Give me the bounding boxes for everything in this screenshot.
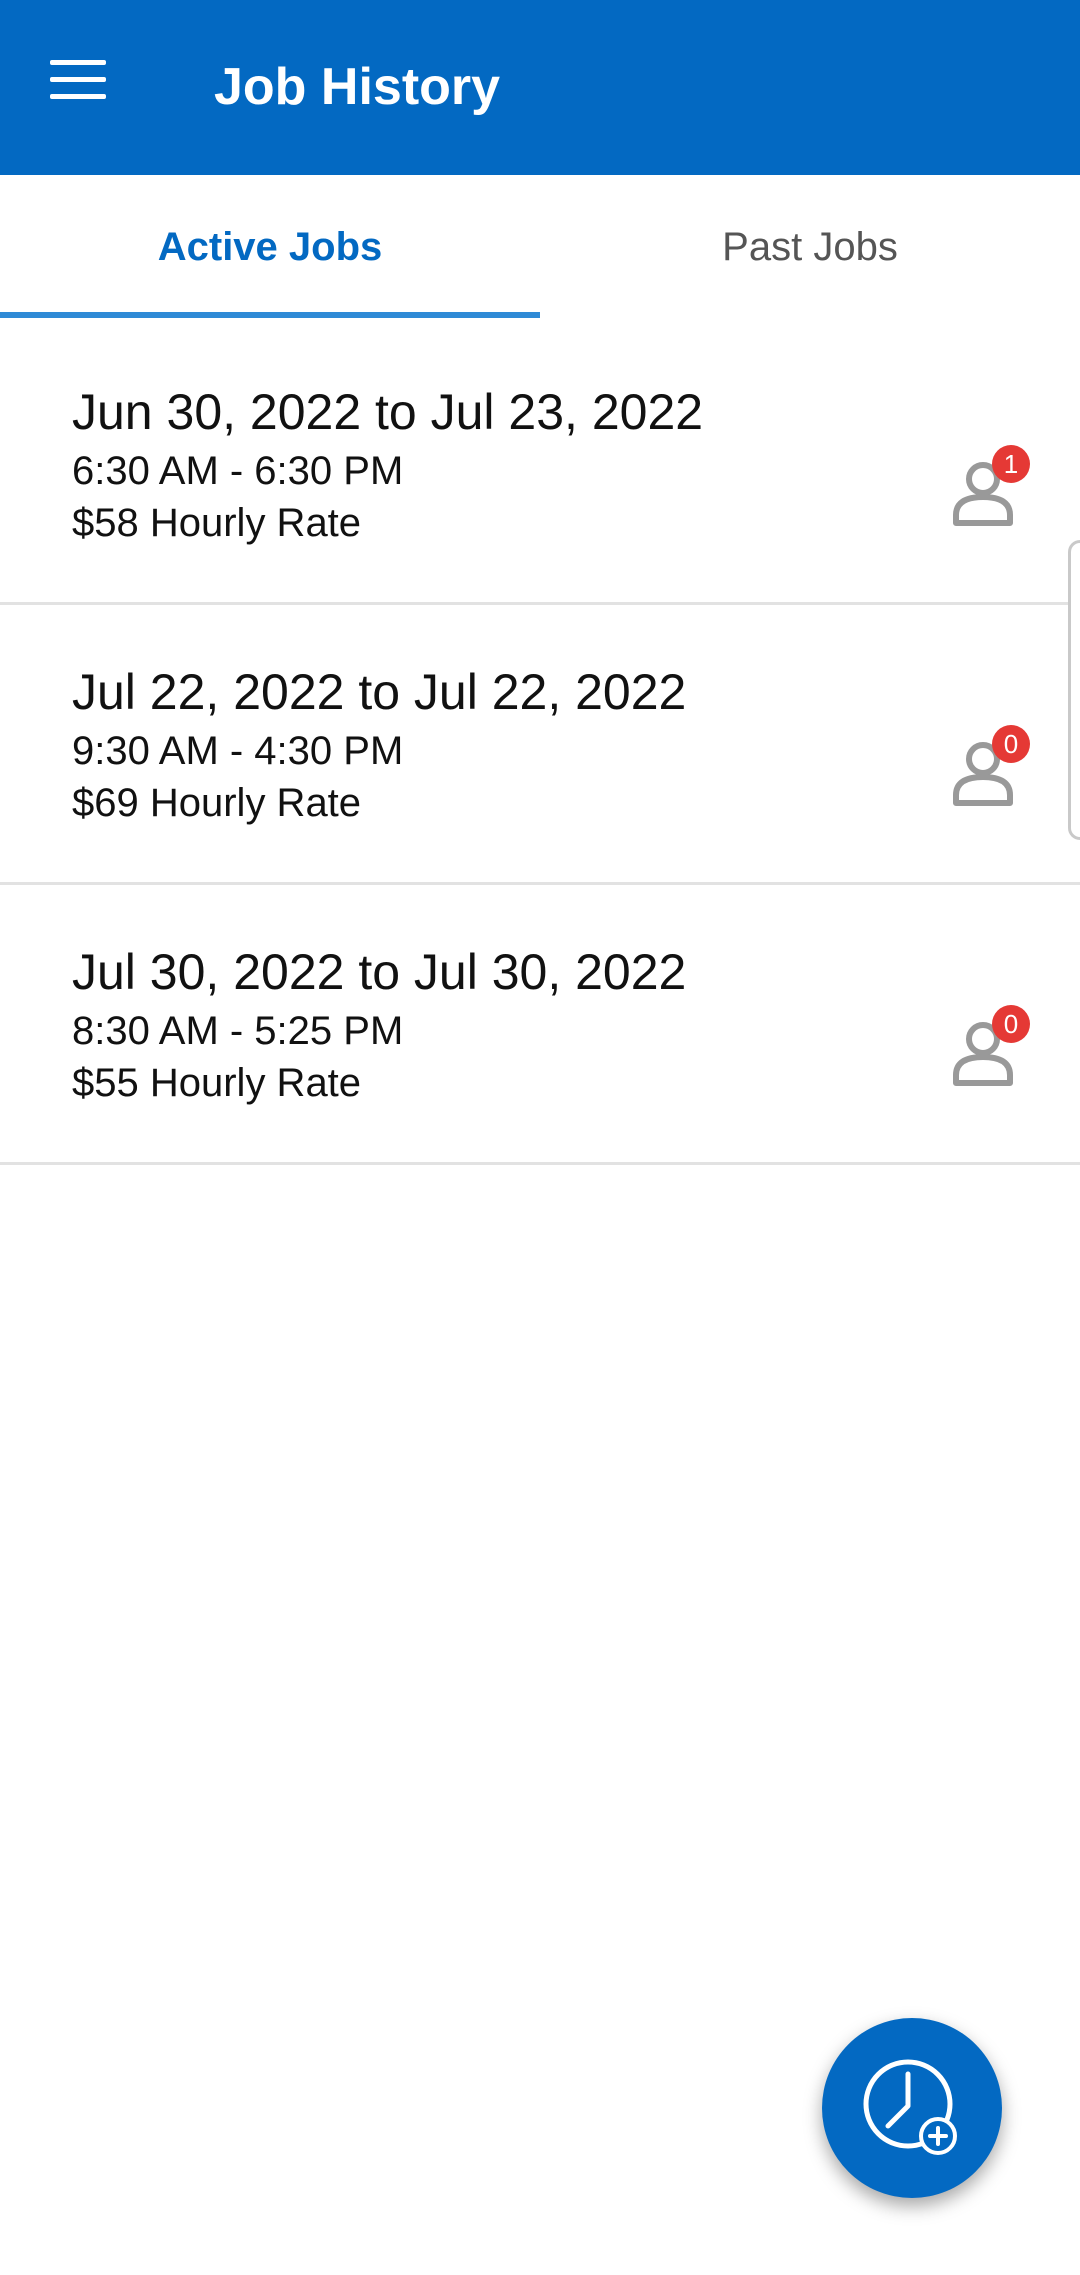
- job-card[interactable]: Jul 22, 2022 to Jul 22, 2022 9:30 AM - 4…: [0, 605, 1080, 885]
- tab-bar: Active Jobs Past Jobs: [0, 175, 1080, 319]
- add-time-button[interactable]: [822, 2018, 1002, 2198]
- job-rate: $58 Hourly Rate: [72, 501, 362, 545]
- job-time: 9:30 AM - 4:30 PM: [72, 729, 404, 773]
- applicant-count-badge: 1: [992, 445, 1030, 483]
- job-dates: Jun 30, 2022 to Jul 23, 2022: [72, 384, 704, 440]
- clock-add-icon: [863, 2059, 957, 2155]
- job-time: 6:30 AM - 6:30 PM: [72, 449, 404, 493]
- tab-past-jobs[interactable]: Past Jobs: [540, 175, 1080, 319]
- applicants-button[interactable]: 1: [950, 445, 1034, 529]
- job-dates: Jul 22, 2022 to Jul 22, 2022: [72, 664, 687, 720]
- job-list: Jun 30, 2022 to Jul 23, 2022 6:30 AM - 6…: [0, 325, 1080, 1165]
- job-dates: Jul 30, 2022 to Jul 30, 2022: [72, 944, 687, 1000]
- job-card[interactable]: Jun 30, 2022 to Jul 23, 2022 6:30 AM - 6…: [0, 325, 1080, 605]
- scroll-handle[interactable]: [1068, 540, 1080, 840]
- applicants-button[interactable]: 0: [950, 1005, 1034, 1089]
- job-rate: $55 Hourly Rate: [72, 1061, 362, 1105]
- job-rate: $69 Hourly Rate: [72, 781, 362, 825]
- page-title: Job History: [214, 58, 501, 116]
- tab-active-jobs[interactable]: Active Jobs: [0, 175, 540, 319]
- applicant-count-badge: 0: [992, 725, 1030, 763]
- applicants-button[interactable]: 0: [950, 725, 1034, 809]
- job-card[interactable]: Jul 30, 2022 to Jul 30, 2022 8:30 AM - 5…: [0, 885, 1080, 1165]
- app-bar: Job History: [0, 0, 1080, 175]
- job-time: 8:30 AM - 5:25 PM: [72, 1009, 404, 1053]
- hamburger-menu-icon[interactable]: [50, 60, 116, 110]
- applicant-count-badge: 0: [992, 1005, 1030, 1043]
- tab-indicator: [0, 312, 540, 318]
